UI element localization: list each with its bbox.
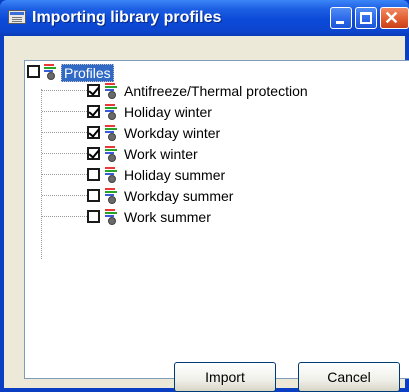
profile-icon xyxy=(104,82,120,100)
profile-icon xyxy=(104,208,120,226)
window-icon xyxy=(8,10,26,24)
title-bar[interactable]: Importing library profiles ✕ xyxy=(0,0,409,36)
tree-connector xyxy=(42,174,87,175)
profile-icon xyxy=(104,166,120,184)
profile-checkbox-antifreeze-thermal-protection[interactable] xyxy=(87,84,100,97)
profile-label-antifreeze-thermal-protection[interactable]: Antifreeze/Thermal protection xyxy=(124,83,308,99)
profile-checkbox-holiday-summer[interactable] xyxy=(87,168,100,181)
profile-label-workday-summer[interactable]: Workday summer xyxy=(124,188,233,204)
import-button[interactable]: Import xyxy=(174,362,276,392)
profile-icon xyxy=(104,124,120,142)
profile-icon xyxy=(104,187,120,205)
profile-label-workday-winter[interactable]: Workday winter xyxy=(124,125,220,141)
window-title: Importing library profiles xyxy=(32,9,222,26)
profile-icon xyxy=(104,103,120,121)
tree-connector xyxy=(42,90,87,91)
profile-label-work-summer[interactable]: Work summer xyxy=(124,209,211,225)
maximize-icon xyxy=(360,12,372,24)
profile-icon xyxy=(104,145,120,163)
minimize-button[interactable] xyxy=(330,7,352,29)
dialog-body: Profiles Antifreeze/Thermal protection H… xyxy=(4,36,409,392)
tree-connector xyxy=(42,216,87,217)
profiles-tree[interactable]: Profiles Antifreeze/Thermal protection H… xyxy=(24,60,409,379)
minimize-icon xyxy=(336,21,344,24)
tree-connector xyxy=(42,132,87,133)
cancel-button[interactable]: Cancel xyxy=(298,362,400,392)
profile-label-holiday-winter[interactable]: Holiday winter xyxy=(124,104,212,120)
profile-label-work-winter[interactable]: Work winter xyxy=(124,146,198,162)
profile-icon xyxy=(43,63,59,81)
root-checkbox[interactable] xyxy=(27,65,40,78)
profile-checkbox-workday-winter[interactable] xyxy=(87,126,100,139)
tree-connector xyxy=(42,153,87,154)
close-icon: ✕ xyxy=(384,8,400,28)
root-label[interactable]: Profiles xyxy=(61,64,114,82)
profile-checkbox-workday-summer[interactable] xyxy=(87,189,100,202)
profile-checkbox-work-summer[interactable] xyxy=(87,210,100,223)
profile-label-holiday-summer[interactable]: Holiday summer xyxy=(124,167,225,183)
dialog-window: Importing library profiles ✕ Profiles An… xyxy=(0,0,409,392)
profile-checkbox-work-winter[interactable] xyxy=(87,147,100,160)
maximize-button[interactable] xyxy=(355,7,377,29)
tree-connector xyxy=(42,195,87,196)
profile-checkbox-holiday-winter[interactable] xyxy=(87,105,100,118)
close-button[interactable]: ✕ xyxy=(380,7,409,29)
tree-connector xyxy=(42,111,87,112)
